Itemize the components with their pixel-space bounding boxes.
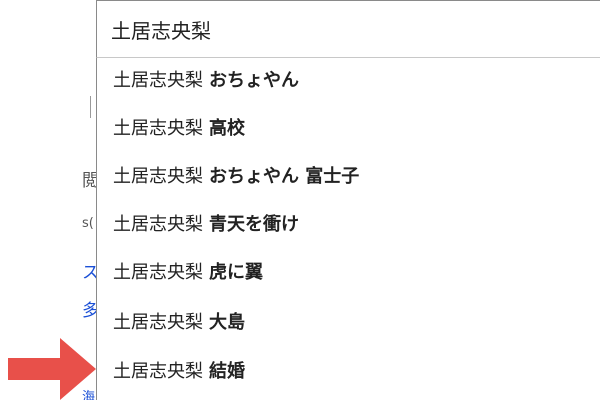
screen: 閲 s( ス 多 海 土居志央梨おちょやん 土居志央梨高校 土居志央梨おちょやん… [0,0,600,400]
search-box[interactable] [96,0,600,58]
suggestion-item[interactable]: 土居志央梨 おちょやん [97,58,600,104]
suggestion-item[interactable]: 土居志央梨 大島 [97,300,600,346]
suggestion-item[interactable]: 土居志央梨 虎に翼 [97,250,600,296]
suggestion-completion-text: 大島 [209,312,245,333]
suggestion-base-text: 土居志央梨 [113,312,203,333]
background-text-fragment: s( [82,216,94,231]
suggestion-item[interactable]: 土居志央梨 高校 [97,106,600,152]
search-input[interactable] [111,13,591,45]
suggestion-completion-text: おちょやん 富士子 [209,166,360,187]
suggestion-completion-text: 高校 [209,118,245,139]
suggestion-base-text: 土居志央梨 [113,118,203,139]
autocomplete-dropdown: 土居志央梨 おちょやん 土居志央梨 高校 土居志央梨 おちょやん 富士子 土居志央梨青… [96,58,600,400]
suggestion-completion-text: 青天を衝け [209,214,299,235]
suggestion-base-text: 土居志央梨 [113,70,203,91]
red-arrow-icon [8,338,96,400]
suggestion-item-highlighted[interactable]: 土居志央梨 結婚 [97,349,600,395]
suggestion-base-text: 土居志央梨 [113,262,203,283]
background-divider [90,96,91,118]
suggestion-item[interactable]: 土居志央梨 青天を衝け [97,202,600,248]
suggestion-completion-text: 虎に翼 [209,262,263,283]
suggestion-base-text: 土居志央梨 [113,361,203,382]
background-link-fragment[interactable]: 多 [82,296,96,321]
background-link-fragment[interactable]: ス [82,258,96,283]
suggestion-base-text: 土居志央梨 [113,166,203,187]
suggestion-completion-text: おちょやん [209,70,299,91]
suggestion-base-text: 土居志央梨 [113,214,203,235]
background-text-fragment: 閲 [82,171,96,191]
suggestion-item[interactable]: 土居志央梨 おちょやん 富士子 [97,154,600,200]
suggestion-completion-text: 結婚 [209,361,245,382]
